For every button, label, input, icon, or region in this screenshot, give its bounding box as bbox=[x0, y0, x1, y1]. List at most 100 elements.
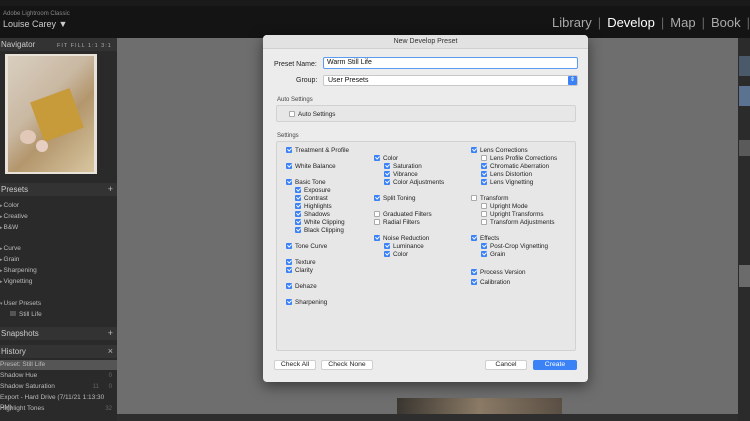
history-value-from: 11 bbox=[92, 384, 99, 390]
setting-checkbox[interactable]: White Balance bbox=[286, 162, 336, 170]
history-item[interactable]: Shadow Saturation 11 0 bbox=[0, 382, 117, 392]
filmstrip-thumbnail[interactable] bbox=[739, 56, 750, 76]
snapshots-header[interactable]: Snapshots + bbox=[0, 327, 117, 340]
history-item[interactable]: Export - Hard Drive (7/11/21 1:13:30 PM) bbox=[0, 393, 117, 411]
preset-folder-sharpening[interactable]: ▸Sharpening bbox=[0, 266, 117, 276]
preset-folder-label: Color bbox=[3, 202, 20, 209]
setting-checkbox[interactable]: Color Adjustments bbox=[384, 178, 444, 186]
module-develop[interactable]: Develop bbox=[601, 15, 661, 30]
checkbox-checked bbox=[374, 235, 380, 241]
setting-checkbox[interactable]: Sharpening bbox=[286, 298, 327, 306]
preset-folder-color[interactable]: ▸Color bbox=[0, 201, 117, 211]
setting-checkbox[interactable]: Lens Vignetting bbox=[481, 178, 533, 186]
filmstrip-thumbnail[interactable] bbox=[739, 140, 750, 156]
module-library[interactable]: Library bbox=[546, 15, 598, 30]
setting-checkbox[interactable]: Treatment & Profile bbox=[286, 146, 349, 154]
setting-checkbox[interactable]: Black Clipping bbox=[295, 226, 344, 234]
preset-folder-label: Grain bbox=[3, 256, 20, 263]
module-picker: Library | Develop | Map | Book | bbox=[546, 15, 750, 30]
setting-checkbox[interactable]: Lens Distortion bbox=[481, 170, 532, 178]
setting-checkbox[interactable]: Transform Adjustments bbox=[481, 218, 555, 226]
setting-checkbox[interactable]: Post-Crop Vignetting bbox=[481, 242, 548, 250]
preset-name-input[interactable]: Warm Still Life bbox=[323, 57, 578, 69]
setting-checkbox[interactable]: Radial Filters bbox=[374, 218, 420, 226]
preset-folder-creative[interactable]: ▸Creative bbox=[0, 212, 117, 222]
identity-plate[interactable]: Louise Carey ▼ bbox=[3, 19, 67, 29]
navigator-header[interactable]: Navigator FIT FILL 1:1 3:1 bbox=[0, 38, 117, 51]
presets-header[interactable]: Presets + bbox=[0, 183, 117, 196]
checkbox-checked bbox=[286, 283, 292, 289]
add-preset-icon[interactable]: + bbox=[108, 183, 113, 196]
setting-checkbox[interactable]: White Clipping bbox=[295, 218, 345, 226]
setting-checkbox[interactable]: Process Version bbox=[471, 268, 526, 276]
triangle-right-icon: ▸ bbox=[0, 214, 3, 220]
triangle-right-icon: ▸ bbox=[0, 268, 3, 274]
preset-folder-grain[interactable]: ▸Grain bbox=[0, 255, 117, 265]
history-item[interactable]: Shadow Hue 0 bbox=[0, 371, 117, 381]
setting-checkbox[interactable]: Vibrance bbox=[384, 170, 418, 178]
setting-checkbox[interactable]: Clarity bbox=[286, 266, 313, 274]
setting-checkbox[interactable]: Transform bbox=[471, 194, 508, 202]
setting-checkbox[interactable]: Effects bbox=[471, 234, 499, 242]
preset-folder-label: Curve bbox=[3, 245, 21, 252]
preset-folder-curve[interactable]: ▸Curve bbox=[0, 244, 117, 254]
setting-checkbox[interactable]: Dehaze bbox=[286, 282, 317, 290]
module-separator: | bbox=[746, 15, 750, 30]
snapshots-title: Snapshots bbox=[1, 329, 39, 338]
auto-settings-title: Auto Settings bbox=[277, 97, 313, 103]
checkbox-label: Upright Mode bbox=[490, 202, 528, 210]
group-select[interactable]: User Presets ⇕ bbox=[323, 75, 578, 86]
setting-checkbox[interactable]: Chromatic Aberration bbox=[481, 162, 549, 170]
filmstrip-thumbnail[interactable] bbox=[739, 265, 750, 287]
setting-checkbox[interactable]: Lens Profile Corrections bbox=[481, 154, 557, 162]
navigator-zoom-options[interactable]: FIT FILL 1:1 3:1 bbox=[57, 40, 112, 53]
checkbox-label: Treatment & Profile bbox=[295, 146, 350, 154]
setting-checkbox[interactable]: Grain bbox=[481, 250, 505, 258]
setting-checkbox[interactable]: Tone Curve bbox=[286, 242, 327, 250]
checkbox-checked bbox=[295, 187, 301, 193]
module-book[interactable]: Book bbox=[705, 15, 747, 30]
setting-checkbox[interactable]: Luminance bbox=[384, 242, 424, 250]
setting-checkbox[interactable]: Saturation bbox=[384, 162, 422, 170]
check-all-button[interactable]: Check All bbox=[274, 360, 316, 370]
auto-settings-checkbox[interactable]: Auto Settings bbox=[289, 110, 335, 118]
setting-checkbox[interactable]: Basic Tone bbox=[286, 178, 326, 186]
checkbox-label: Contrast bbox=[304, 194, 328, 202]
setting-checkbox[interactable]: Graduated Filters bbox=[374, 210, 432, 218]
checkbox-unchecked bbox=[374, 211, 380, 217]
setting-checkbox[interactable]: Contrast bbox=[295, 194, 328, 202]
setting-checkbox[interactable]: Noise Reduction bbox=[374, 234, 429, 242]
setting-checkbox[interactable]: Split Toning bbox=[374, 194, 415, 202]
check-none-button[interactable]: Check None bbox=[321, 360, 373, 370]
group-select-value: User Presets bbox=[328, 77, 369, 84]
setting-checkbox[interactable]: Shadows bbox=[295, 210, 330, 218]
create-button[interactable]: Create bbox=[533, 360, 577, 370]
history-item[interactable]: Highlight Tones 32 bbox=[0, 404, 117, 414]
checkbox-checked bbox=[374, 195, 380, 201]
history-label: Shadow Hue bbox=[0, 372, 38, 379]
history-item[interactable]: Preset: Still Life bbox=[0, 360, 117, 370]
cancel-button[interactable]: Cancel bbox=[485, 360, 527, 370]
setting-checkbox[interactable]: Texture bbox=[286, 258, 316, 266]
preset-item-still-life[interactable]: Still Life bbox=[0, 310, 117, 320]
checkbox-unchecked bbox=[471, 195, 477, 201]
preset-folder-user-presets[interactable]: ▾User Presets bbox=[0, 299, 117, 309]
navigator-preview[interactable] bbox=[5, 54, 97, 174]
preset-item-label: Still Life bbox=[19, 311, 42, 318]
setting-checkbox[interactable]: Color bbox=[374, 154, 398, 162]
setting-checkbox[interactable]: Highlights bbox=[295, 202, 332, 210]
preset-folder-bw[interactable]: ▸B&W bbox=[0, 223, 117, 233]
module-map[interactable]: Map bbox=[664, 15, 701, 30]
add-snapshot-icon[interactable]: + bbox=[108, 327, 113, 340]
setting-checkbox[interactable]: Upright Transforms bbox=[481, 210, 544, 218]
setting-checkbox[interactable]: Calibration bbox=[471, 278, 510, 286]
preset-folder-label: User Presets bbox=[3, 300, 42, 307]
preset-folder-vignetting[interactable]: ▸Vignetting bbox=[0, 277, 117, 287]
history-header[interactable]: History × bbox=[0, 345, 117, 358]
clear-history-icon[interactable]: × bbox=[108, 345, 113, 358]
setting-checkbox[interactable]: Upright Mode bbox=[481, 202, 528, 210]
setting-checkbox[interactable]: Exposure bbox=[295, 186, 331, 194]
setting-checkbox[interactable]: Color bbox=[384, 250, 408, 258]
filmstrip-thumbnail[interactable] bbox=[739, 86, 750, 106]
setting-checkbox[interactable]: Lens Corrections bbox=[471, 146, 528, 154]
